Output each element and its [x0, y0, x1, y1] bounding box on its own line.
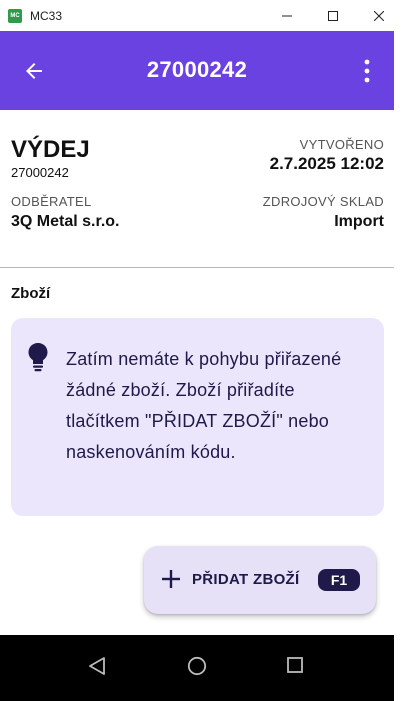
app-icon-text: MC: [10, 12, 20, 19]
page-title: 27000242: [146, 57, 248, 82]
document-type: VÝDEJ: [11, 136, 90, 163]
nav-home-icon[interactable]: [187, 656, 207, 676]
customer-label: ODBĚRATEL: [11, 194, 92, 209]
goods-section-title: Zboží: [11, 285, 51, 302]
system-navigation-bar: [0, 635, 394, 701]
nav-back-icon[interactable]: [88, 656, 106, 676]
more-vert-icon[interactable]: [362, 58, 372, 84]
customer-value: 3Q Metal s.r.o.: [11, 213, 120, 230]
add-goods-label: PŘIDAT ZBOŽÍ: [192, 571, 300, 588]
maximize-icon: [328, 10, 338, 21]
maximize-button[interactable]: [310, 0, 356, 31]
window-title-bar: MC MC33: [0, 0, 402, 31]
shortcut-key-badge: F1: [318, 569, 360, 591]
close-icon: [374, 10, 384, 21]
created-value: 2.7.2025 12:02: [269, 154, 384, 173]
add-goods-button[interactable]: PŘIDAT ZBOŽÍ F1: [144, 546, 376, 614]
divider: [0, 267, 394, 268]
document-number: 27000242: [11, 165, 69, 180]
nav-recent-apps-icon[interactable]: [287, 657, 303, 673]
lightbulb-icon: [28, 343, 48, 372]
app-icon: MC: [8, 8, 22, 23]
source-warehouse-label: ZDROJOVÝ SKLAD: [262, 194, 384, 209]
empty-goods-message: Zatím nemáte k pohybu přiřazené žádné zb…: [66, 349, 342, 462]
created-label: VYTVOŘENO: [299, 137, 384, 152]
window-title: MC33: [30, 8, 63, 23]
plus-icon: [162, 570, 180, 588]
minimize-button[interactable]: [264, 0, 310, 31]
window-right-border: [394, 31, 402, 701]
app-bar: 27000242: [0, 31, 394, 110]
close-window-button[interactable]: [356, 0, 402, 31]
minimize-icon: [282, 15, 292, 16]
source-warehouse-value: Import: [334, 213, 384, 230]
empty-goods-info-card: Zatím nemáte k pohybu přiřazené žádné zb…: [11, 318, 384, 516]
